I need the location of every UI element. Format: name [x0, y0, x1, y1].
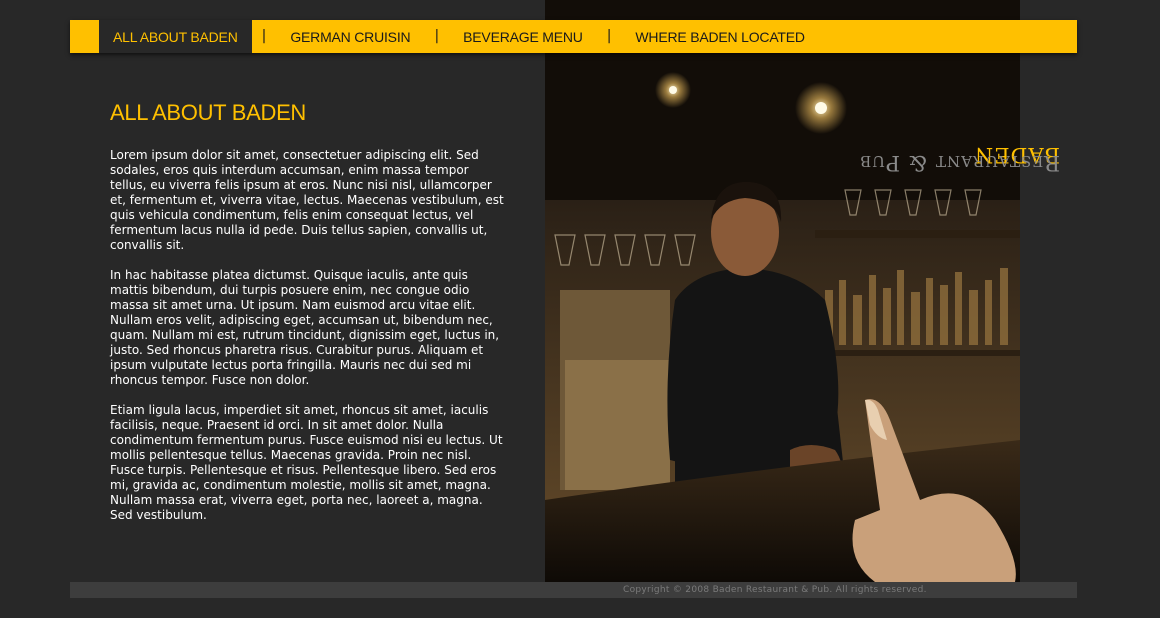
brand-tagline: Restaurant & Pub: [859, 151, 1060, 175]
copyright-text: Copyright © 2008 Baden Restaurant & Pub.…: [623, 585, 927, 595]
footer: Copyright © 2008 Baden Restaurant & Pub.…: [70, 582, 1077, 598]
main-nav: ALL ABOUT BADEN | GERMAN CRUISIN | BEVER…: [70, 20, 1077, 53]
brand-logo: BADEN Restaurant & Pub: [859, 143, 1060, 423]
nav-item-all-about-baden[interactable]: ALL ABOUT BADEN: [99, 20, 252, 53]
nav-item-where-baden-located[interactable]: WHERE BADEN LOCATED: [621, 20, 818, 53]
nav-item-beverage-menu[interactable]: BEVERAGE MENU: [449, 20, 597, 53]
nav-separator: |: [606, 28, 612, 44]
bartender-photo: [545, 0, 1020, 582]
body-paragraph: Etiam ligula lacus, imperdiet sit amet, …: [110, 403, 503, 522]
nav-item-german-cruisin[interactable]: GERMAN CRUISIN: [276, 20, 424, 53]
bartender-illustration: [545, 0, 1020, 582]
nav-lead-block: [70, 20, 99, 53]
nav-separator: |: [434, 28, 440, 44]
body-paragraph: In hac habitasse platea dictumst. Quisqu…: [110, 268, 500, 387]
main-content: ALL ABOUT BADEN Lorem ipsum dolor sit am…: [110, 100, 505, 538]
nav-separator: |: [261, 28, 267, 44]
page-title: ALL ABOUT BADEN: [110, 100, 307, 125]
body-paragraph: Lorem ipsum dolor sit amet, consectetuer…: [110, 148, 504, 252]
